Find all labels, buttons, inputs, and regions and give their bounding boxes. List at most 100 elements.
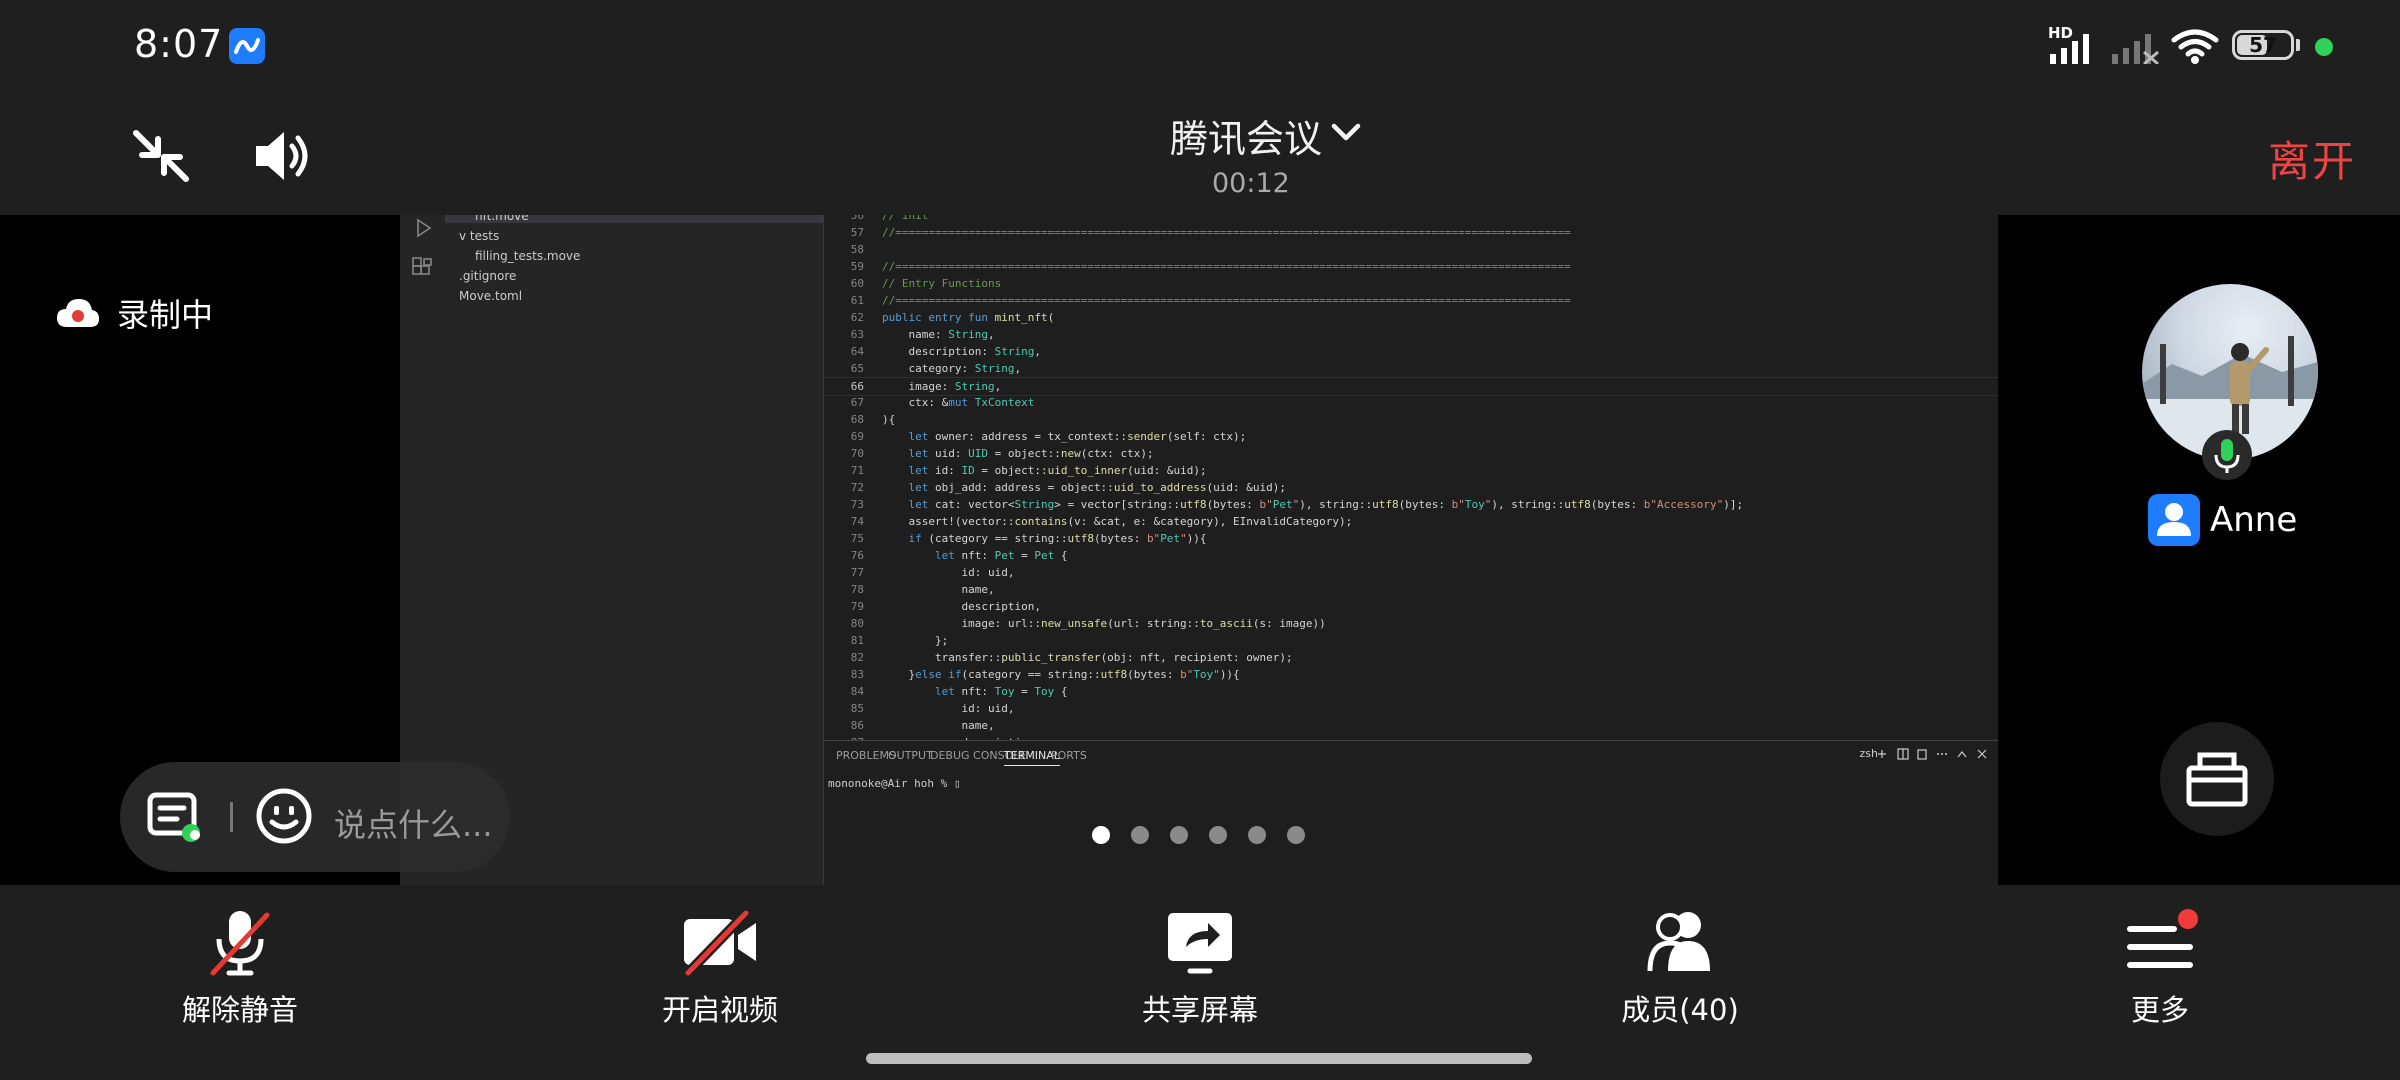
code-line: 64 description: String, xyxy=(824,343,1998,360)
line-number: 69 xyxy=(850,430,864,443)
line-number: 73 xyxy=(850,498,864,511)
code-text: name, xyxy=(882,719,995,732)
code-line: 56 // init xyxy=(824,215,1998,224)
vscode-terminal-panel[interactable]: PROBLEMS OUTPUT DEBUG CONSOLE TERMINAL PORTS… xyxy=(824,740,1998,885)
emoji-icon[interactable] xyxy=(254,786,314,846)
code-text: }else if(category == string::utf8(bytes:… xyxy=(882,668,1240,681)
line-number: 83 xyxy=(850,668,864,681)
mic-indicator-dot xyxy=(2315,38,2333,56)
user-icon xyxy=(2148,494,2200,546)
video-button[interactable]: 开启视频 xyxy=(600,885,840,1035)
code-text: name: String, xyxy=(882,328,995,341)
extensions-icon[interactable] xyxy=(411,257,433,279)
code-line: 60 // Entry Functions xyxy=(824,275,1998,292)
terminal-prompt[interactable]: mononoke@Air hoh % ▯ xyxy=(828,777,960,790)
code-line: 79 description, xyxy=(824,598,1998,615)
line-number: 67 xyxy=(850,396,864,409)
status-bar xyxy=(0,0,2400,95)
chevron-down-icon[interactable] xyxy=(1330,122,1362,144)
meeting-title[interactable]: 腾讯会议 xyxy=(1170,108,1322,163)
code-text: public entry fun mint_nft( xyxy=(882,311,1055,324)
code-text: if (category == string::utf8(bytes: b"Pe… xyxy=(908,532,1207,545)
members-label: 成员(40) xyxy=(1621,993,1739,1027)
mic-off-icon xyxy=(210,911,270,976)
page-dot[interactable] xyxy=(1170,826,1188,844)
line-number: 63 xyxy=(850,328,864,341)
code-text: name, xyxy=(882,583,995,596)
code-text: let obj_add: address = object::uid_to_ad… xyxy=(908,481,1287,494)
run-debug-icon[interactable] xyxy=(412,217,434,239)
code-line: 76 let nft: Pet = Pet { xyxy=(824,547,1998,564)
video-label: 开启视频 xyxy=(661,993,778,1027)
code-line: 71 let id: ID = object::uid_to_inner(uid… xyxy=(824,462,1998,479)
code-line: 58 xyxy=(824,241,1998,258)
switch-layout-button[interactable] xyxy=(2160,722,2274,836)
code-text: let uid: UID = object::new(ctx: ctx); xyxy=(908,447,1154,460)
explorer-item[interactable]: Move.toml xyxy=(459,289,522,303)
terminal-tab[interactable]: OUTPUT xyxy=(888,749,933,762)
participant-name: Anne xyxy=(2210,500,2298,540)
code-line: 73 let cat: vector<String> = vector[stri… xyxy=(824,496,1998,513)
page-dot[interactable] xyxy=(1287,826,1305,844)
wifi-icon xyxy=(2171,29,2219,64)
signal-icon xyxy=(2050,34,2089,64)
terminal-tab[interactable]: PORTS xyxy=(1051,749,1087,762)
code-text: //======================================… xyxy=(882,226,1571,239)
code-line: 62 public entry fun mint_nft( xyxy=(824,309,1998,326)
page-dot[interactable] xyxy=(1209,826,1227,844)
line-number: 86 xyxy=(850,719,864,732)
code-line: 74 assert!(vector::contains(v: &cat, e: … xyxy=(824,513,1998,530)
share-screen-button[interactable]: 共享屏幕 xyxy=(1080,885,1320,1035)
explorer-item[interactable]: .gitignore xyxy=(459,269,516,283)
line-number: 68 xyxy=(850,413,864,426)
line-number: 57 xyxy=(850,226,864,239)
vscode-explorer: nft.move v tests filling_tests.move .gitign… xyxy=(445,215,824,885)
line-number: 70 xyxy=(850,447,864,460)
line-number: 78 xyxy=(850,583,864,596)
speaker-icon[interactable] xyxy=(252,128,314,184)
more-button[interactable]: 更多 xyxy=(2040,885,2280,1035)
page-dot[interactable] xyxy=(1131,826,1149,844)
chat-input[interactable]: 说点什么... xyxy=(334,800,493,846)
more-icon xyxy=(2127,909,2198,968)
code-text: ctx: &mut TxContext xyxy=(882,396,1035,409)
code-text: description: String, xyxy=(882,345,1041,358)
recording-indicator[interactable]: 录制中 xyxy=(55,290,213,336)
line-number: 79 xyxy=(850,600,864,613)
chat-list-icon[interactable] xyxy=(147,792,203,844)
explorer-item[interactable]: v tests xyxy=(459,229,499,243)
code-line: 80 image: url::new_unsafe(url: string::t… xyxy=(824,615,1998,632)
code-text: let owner: address = tx_context::sender(… xyxy=(908,430,1247,443)
code-text: }; xyxy=(882,634,949,647)
members-button[interactable]: 成员(40) xyxy=(1560,885,1800,1035)
code-line: 85 id: uid, xyxy=(824,700,1998,717)
code-text: id: uid, xyxy=(882,566,1015,579)
share-label: 共享屏幕 xyxy=(1141,993,1258,1027)
minimize-icon[interactable] xyxy=(130,127,192,185)
code-text: category: String, xyxy=(882,362,1022,375)
unmute-button[interactable]: 解除静音 xyxy=(120,885,360,1035)
code-line: 84 let nft: Toy = Toy { xyxy=(824,683,1998,700)
battery-nub xyxy=(2296,39,2300,51)
terminal-controls-icon[interactable] xyxy=(1874,747,1992,761)
code-text: id: uid, xyxy=(882,702,1015,715)
explorer-item[interactable]: filling_tests.move xyxy=(475,249,580,263)
code-text: assert!(vector::contains(v: &cat, e: &ca… xyxy=(882,515,1353,528)
code-line: 59 //====================================… xyxy=(824,258,1998,275)
page-indicator[interactable] xyxy=(1092,826,1305,844)
code-text: image: String, xyxy=(882,380,1002,393)
page-dot[interactable] xyxy=(1092,826,1110,844)
layout-icon xyxy=(2186,752,2248,807)
code-line: 65 category: String, xyxy=(824,360,1998,377)
code-text: // init xyxy=(882,215,929,222)
leave-button[interactable]: 离开 xyxy=(2268,128,2356,189)
line-number: 82 xyxy=(850,651,864,664)
page-dot[interactable] xyxy=(1248,826,1266,844)
meeting-timer: 00:12 xyxy=(1212,168,1290,199)
bottom-toolbar: 解除静音 开启视频 共享屏幕 成员(40) 更多 xyxy=(0,885,2400,1080)
code-line: 67 ctx: &mut TxContext xyxy=(824,394,1998,411)
app-badge-icon xyxy=(229,28,265,64)
explorer-item[interactable]: nft.move xyxy=(475,215,529,223)
home-indicator[interactable] xyxy=(866,1053,1532,1064)
vscode-editor[interactable]: 56 // init 57 //===========================… xyxy=(824,215,1998,749)
